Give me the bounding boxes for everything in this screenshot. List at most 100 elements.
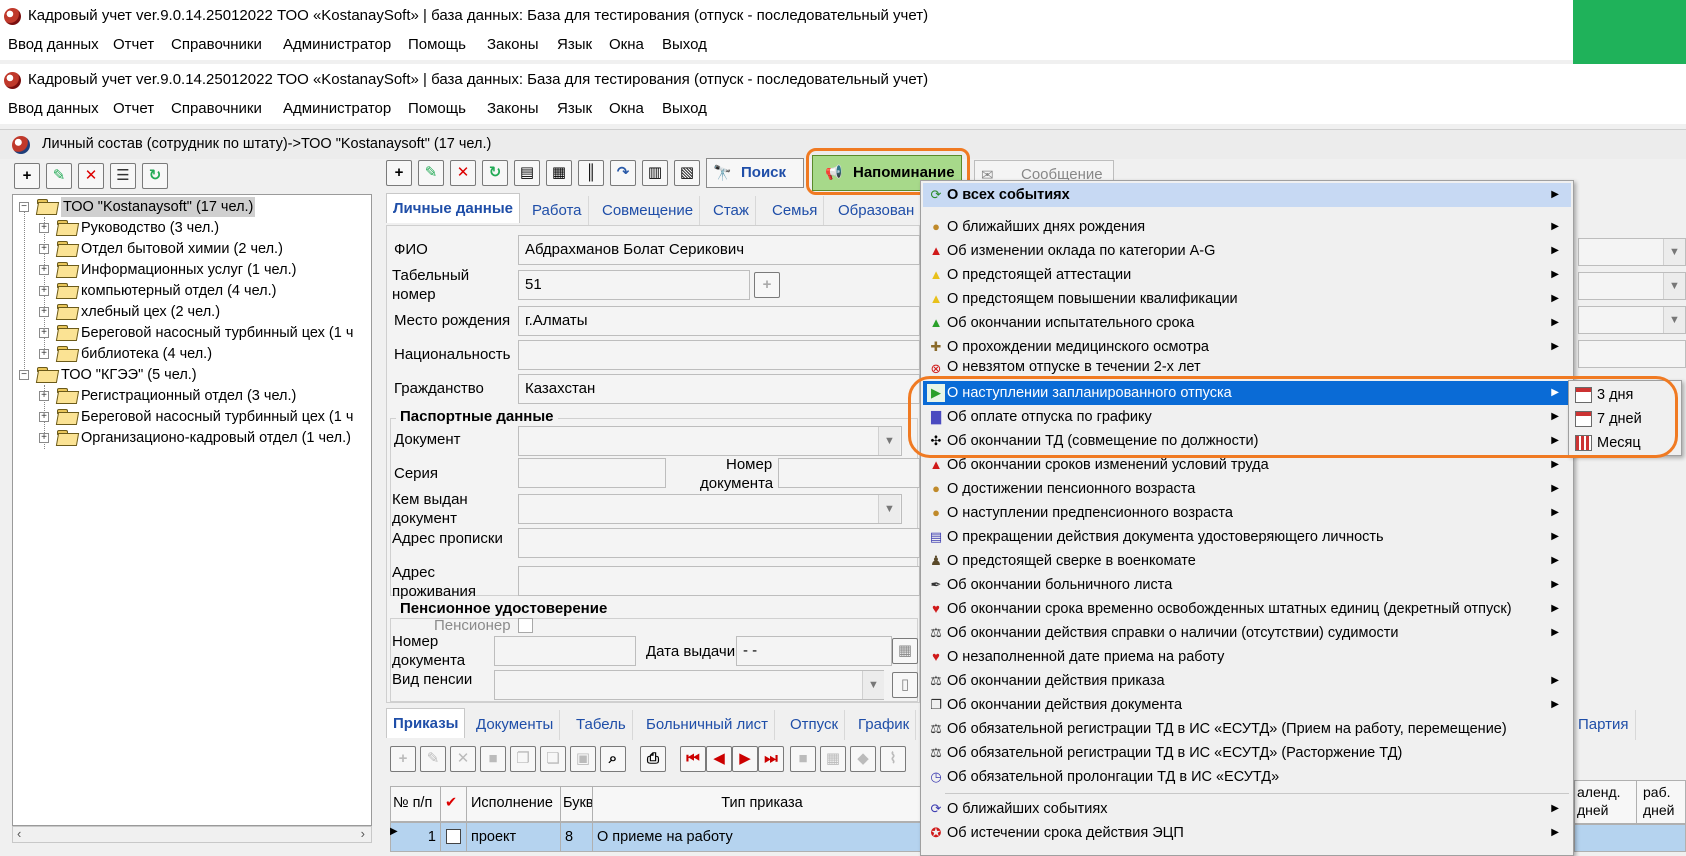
nationality-field[interactable] [518,340,920,370]
expand-icon[interactable]: + [39,349,49,359]
right-combo-1[interactable]: ▼ [1578,238,1686,266]
col-execution[interactable]: Исполнение [467,787,561,821]
menu-windows[interactable]: Окна [609,36,644,53]
menu-item-document-end[interactable]: ❐ Об окончании действия документа ▶ [923,693,1571,717]
menu-report[interactable]: Отчет [113,36,154,53]
collapse-icon[interactable]: − [19,202,29,212]
pension-type-combo[interactable] [494,670,884,700]
menu-item-birthdays[interactable]: ● О ближайших днях рождения ▶ [923,215,1571,239]
document-combo[interactable] [518,426,902,456]
menu-item-id-document[interactable]: ▤ О прекращении действия документа удосто… [923,525,1571,549]
menu-help[interactable]: Помощь [408,100,466,117]
col-check[interactable]: ✔ [441,787,467,821]
tab-timesheet[interactable]: Табель [570,710,633,740]
menu-data-entry[interactable]: Ввод данных [8,100,99,117]
delete-icon[interactable]: ✕ [450,160,476,186]
list-icon[interactable]: ☰ [110,163,136,189]
right-field-4[interactable] [1578,340,1686,368]
tab-party[interactable]: Партия [1572,710,1636,740]
issued-by-combo[interactable] [518,494,902,524]
col-work-days[interactable]: раб. дней [1637,781,1686,823]
menu-item-pension-age[interactable]: ● О достижении пенсионного возраста ▶ [923,477,1571,501]
delete-icon[interactable]: ✕ [78,163,104,189]
tree-horizontal-scrollbar[interactable]: ‹ › [12,826,372,843]
citizenship-field[interactable]: Казахстан [518,374,920,404]
add-icon[interactable]: + [386,160,412,186]
menu-item-unused-vacation[interactable]: ⊗ О невзятом отпуске в течении 2-х лет [923,357,1571,375]
org-tree[interactable]: − ТОО "Kostanaysoft" (17 чел.) + Руковод… [12,194,372,826]
prev-icon[interactable]: ◀ [706,746,732,772]
scroll-right-icon[interactable]: › [361,826,365,841]
menu-references[interactable]: Справочники [171,100,262,117]
tab-schedule[interactable]: График [852,710,917,740]
menu-item-order-end[interactable]: ⚖ Об окончании действия приказа ▶ [923,669,1571,693]
menu-item-maternity[interactable]: ♥ Об окончании срока временно освобожденн… [923,597,1571,621]
menu-item-all-events[interactable]: ⟳ О всех событиях ▶ [923,183,1571,207]
book-icon[interactable]: ▯ [892,672,918,698]
tab-personal-data[interactable]: Личные данные [386,193,520,223]
menu-windows[interactable]: Окна [609,100,644,117]
paste-icon[interactable]: ❏ [540,746,566,772]
chevron-down-icon[interactable]: ▼ [1663,239,1685,265]
tag-icon[interactable]: ◆ [850,746,876,772]
menu-item-esutd-hire[interactable]: ⚖ Об обязательной регистрации ТД в ИС «ЕС… [923,717,1571,741]
fio-field[interactable]: Абдрахманов Болат Серикович [518,235,920,265]
last-icon[interactable]: ⏭ [758,746,784,772]
add-icon[interactable]: + [14,163,40,189]
expand-icon[interactable]: + [39,412,49,422]
filter-icon[interactable]: ▧ [674,160,700,186]
col-number[interactable]: № п/п [391,787,441,821]
menu-item-salary-change[interactable]: ▲ Об изменении оклада по категории A-G ▶ [923,239,1571,263]
menu-item-attestation[interactable]: ▲ О предстоящей аттестации ▶ [923,263,1571,287]
printer-icon[interactable]: ⎙ [640,746,666,772]
scroll-left-icon[interactable]: ‹ [17,826,21,841]
print-preview-icon[interactable]: ▣ [570,746,596,772]
tab-experience[interactable]: Стаж [707,196,756,226]
menu-admin[interactable]: Администратор [283,100,391,117]
menu-exit[interactable]: Выход [662,100,707,117]
tab-work[interactable]: Работа [526,196,589,226]
expand-icon[interactable]: + [39,223,49,233]
expand-icon[interactable]: + [39,244,49,254]
menu-exit[interactable]: Выход [662,36,707,53]
list-icon[interactable]: ▤ [514,160,540,186]
menu-help[interactable]: Помощь [408,36,466,53]
expand-icon[interactable]: + [39,286,49,296]
menu-item-sick-leave-end[interactable]: ✒ Об окончании больничного листа ▶ [923,573,1571,597]
tab-sick-leave[interactable]: Больничный лист [640,710,776,740]
stop-icon[interactable]: ■ [480,746,506,772]
cell-check[interactable] [441,823,467,851]
menu-item-probation[interactable]: ▲ Об окончании испытательного срока ▶ [923,311,1571,335]
redo-icon[interactable]: ↷ [610,160,636,186]
refresh-icon[interactable]: ↻ [482,160,508,186]
col-order-type[interactable]: Тип приказа [593,787,931,821]
tab-education[interactable]: Образован [832,196,922,226]
tab-combination[interactable]: Совмещение [596,196,701,226]
pensioner-checkbox[interactable] [518,618,533,633]
collapse-icon[interactable]: − [19,370,29,380]
inbox-icon[interactable]: ▦ [546,160,572,186]
menu-admin[interactable]: Администратор [283,36,391,53]
chevron-down-icon[interactable]: ▼ [1663,273,1685,299]
col-calendar-days[interactable]: аленд. дней [1575,781,1637,823]
menu-report[interactable]: Отчет [113,100,154,117]
preview-icon[interactable]: ⌕ [600,746,626,772]
menu-item-hire-date[interactable]: ♥ О незаполненной дате приема на работу [923,645,1571,669]
tab-number-field[interactable]: 51 [518,270,750,300]
series-field[interactable] [518,458,666,488]
chevron-down-icon[interactable]: ▼ [878,427,900,455]
table-row[interactable]: 1 проект 8 О приеме на работу [390,822,930,852]
expand-icon[interactable]: + [39,433,49,443]
chevron-down-icon[interactable]: ▼ [1663,307,1685,333]
next-icon[interactable]: ▶ [732,746,758,772]
documents-icon[interactable]: ▥ [642,160,668,186]
menu-item-esutd-prolongation[interactable]: ◷ Об обязательной пролонгации ТД в ИС «ЕС… [923,765,1571,789]
expand-icon[interactable]: + [39,391,49,401]
calendar-icon[interactable]: ▦ [892,638,918,664]
edit-icon[interactable]: ✎ [418,160,444,186]
edit-icon[interactable]: ✎ [46,163,72,189]
menu-laws[interactable]: Законы [487,36,539,53]
menu-language[interactable]: Язык [557,36,592,53]
reg-address-field[interactable] [518,528,920,558]
barcode-icon[interactable]: ║ [578,160,604,186]
